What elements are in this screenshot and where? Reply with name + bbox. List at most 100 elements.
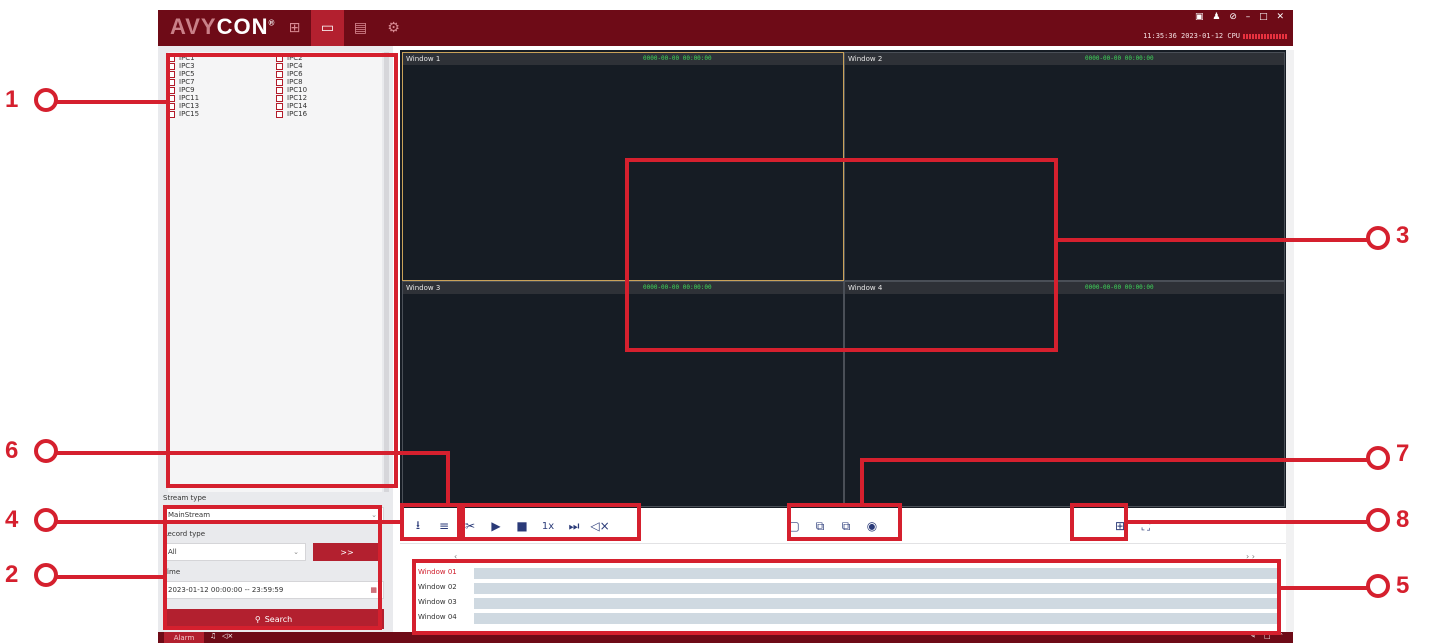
video-window-4[interactable]: Window 4 0000-00-00 00:00:00 (844, 281, 1285, 507)
alarm-bell-icon[interactable]: ♫ (210, 632, 216, 640)
callout-marker-6 (34, 439, 58, 463)
mute-icon[interactable]: ◁× (590, 516, 610, 536)
split-layout-icon[interactable]: ⊞ (1110, 516, 1130, 536)
next-frame-icon[interactable]: ⏭ (564, 516, 584, 536)
window-controls[interactable]: ▣ ♟ ⊘ – □ ✕ (1195, 12, 1287, 22)
camera-item[interactable]: IPC12 (276, 94, 307, 102)
time-range-field[interactable]: 2023-01-12 00:00:00 -- 23:59:59 ▦ (163, 581, 384, 599)
timeline-track[interactable] (474, 568, 1280, 579)
time-label: Time (163, 568, 181, 576)
window-timestamp: 0000-00-00 00:00:00 (643, 284, 712, 291)
camera-checkbox[interactable] (276, 54, 283, 62)
camera-checkbox[interactable] (276, 102, 283, 110)
collapse-icon[interactable]: ⌃ (1278, 632, 1284, 640)
camera-item[interactable]: IPC1 (168, 54, 195, 62)
camera-checkbox[interactable] (168, 102, 175, 110)
camera-list: IPC1 IPC2 IPC3 IPC4 IPC5 IPC6 IPC7 IPC8 IPC9 IPC1… (168, 52, 382, 492)
camera-label: IPC4 (287, 62, 303, 70)
clip-icon[interactable]: ✂ (460, 516, 480, 536)
video-window-2[interactable]: Window 2 0000-00-00 00:00:00 (844, 52, 1285, 281)
right-gutter (1286, 50, 1294, 632)
layout-icon[interactable]: ⊞ (278, 10, 311, 46)
camera-checkbox[interactable] (168, 110, 175, 118)
camera-list-scrollbar[interactable] (384, 52, 389, 492)
camera-item[interactable]: IPC13 (168, 102, 199, 110)
callout-marker-7 (1366, 446, 1390, 470)
chevron-down-icon: ⌄ (293, 548, 299, 556)
camera-checkbox[interactable] (276, 110, 283, 118)
timeline-track[interactable] (474, 613, 1280, 624)
camera-checkbox[interactable] (168, 94, 175, 102)
window-title: Window 3 (406, 284, 441, 292)
camera-checkbox[interactable] (168, 70, 175, 78)
alarm-button[interactable]: Alarm (164, 632, 204, 643)
camera-checkbox[interactable] (276, 70, 283, 78)
status-bar: Alarm ♫ ◁× ✎ □ ⌃ (158, 632, 1293, 643)
timeline-track[interactable] (474, 598, 1280, 609)
camera-checkbox[interactable] (276, 94, 283, 102)
record-type-label: Record type (163, 530, 206, 538)
async-play-icon[interactable]: ⧉ (810, 516, 830, 536)
callout-marker-2 (34, 563, 58, 587)
camera-item[interactable]: IPC8 (276, 78, 303, 86)
mute-alarm-icon[interactable]: ◁× (222, 632, 233, 640)
camera-item[interactable]: IPC6 (276, 70, 303, 78)
camera-item[interactable]: IPC10 (276, 86, 307, 94)
copy-window-icon[interactable]: ⧉ (836, 516, 856, 536)
callout-number: 1 (5, 86, 19, 113)
snapshot-icon[interactable]: ◉ (862, 516, 882, 536)
settings-icon[interactable]: ⚙ (377, 10, 410, 46)
callout-line-6b (446, 451, 450, 506)
window-timestamp: 0000-00-00 00:00:00 (643, 55, 712, 62)
callout-number: 5 (1396, 572, 1410, 599)
camera-label: IPC10 (287, 86, 308, 94)
camera-item[interactable]: IPC5 (168, 70, 195, 78)
camera-label: IPC16 (287, 110, 308, 118)
monitor-icon[interactable]: ▤ (344, 10, 377, 46)
window-title: Window 1 (406, 55, 441, 63)
camera-checkbox[interactable] (276, 78, 283, 86)
sync-play-icon[interactable]: ▢ (784, 516, 804, 536)
pin-icon[interactable]: ✎ (1250, 632, 1256, 640)
camera-checkbox[interactable] (168, 54, 175, 62)
camera-item[interactable]: IPC14 (276, 102, 307, 110)
timeline-track[interactable] (474, 583, 1280, 594)
record-type-select[interactable]: All ⌄ (163, 543, 306, 561)
callout-number: 7 (1396, 440, 1410, 467)
playlist-icon[interactable]: ≡ (434, 516, 454, 536)
download-icon[interactable]: ⭳ (408, 516, 428, 536)
speed-icon[interactable]: 1x (538, 516, 558, 536)
camera-checkbox[interactable] (276, 86, 283, 94)
search-button[interactable]: ⚲ Search (163, 609, 384, 629)
camera-checkbox[interactable] (168, 62, 175, 70)
calendar-icon[interactable]: ▦ (370, 586, 377, 594)
camera-checkbox[interactable] (276, 62, 283, 70)
camera-item[interactable]: IPC11 (168, 94, 199, 102)
callout-number: 6 (5, 437, 19, 464)
camera-item[interactable]: IPC9 (168, 86, 195, 94)
fullscreen-icon[interactable]: ⛶ (1136, 516, 1156, 536)
camera-item[interactable]: IPC3 (168, 62, 195, 70)
go-button[interactable]: >> (313, 543, 381, 561)
camera-checkbox[interactable] (168, 78, 175, 86)
play-icon[interactable]: ▶ (486, 516, 506, 536)
clock-cpu-readout: 11:35:36 2023-01-12 CPU (1143, 32, 1287, 40)
video-window-1[interactable]: Window 1 0000-00-00 00:00:00 (402, 52, 844, 281)
timeline-prev-icon[interactable]: ‹ (454, 552, 457, 561)
callout-line-6 (48, 451, 450, 455)
camera-item[interactable]: IPC15 (168, 110, 199, 118)
camera-item[interactable]: IPC7 (168, 78, 195, 86)
video-window-3[interactable]: Window 3 0000-00-00 00:00:00 (402, 281, 844, 507)
stop-icon[interactable]: ■ (512, 516, 532, 536)
camera-item[interactable]: IPC4 (276, 62, 303, 70)
window-icon[interactable]: □ (1264, 632, 1271, 640)
timeline-next-icon[interactable]: › › (1246, 552, 1255, 561)
camera-checkbox[interactable] (168, 86, 175, 94)
callout-marker-5 (1366, 574, 1390, 598)
camera-item[interactable]: IPC2 (276, 54, 303, 62)
playback-icon[interactable]: ▭ (311, 10, 344, 46)
window-timestamp: 0000-00-00 00:00:00 (1085, 284, 1154, 291)
camera-item[interactable]: IPC16 (276, 110, 307, 118)
callout-marker-3 (1366, 226, 1390, 250)
camera-label: IPC1 (179, 54, 195, 62)
